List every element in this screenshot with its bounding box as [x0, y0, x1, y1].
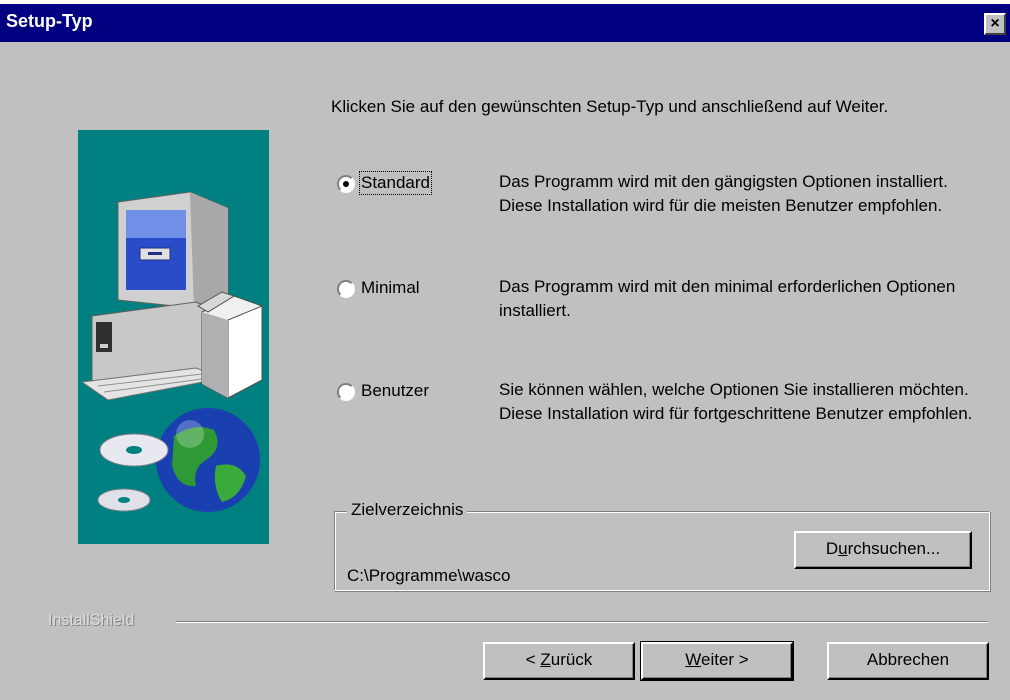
browse-label-end: rchsuchen... [847, 539, 941, 558]
option-standard-description: Das Programm wird mit den gängigsten Opt… [499, 172, 948, 215]
window-title: Setup-Typ [6, 11, 93, 31]
next-label-end: eiter > [701, 650, 749, 669]
option-minimal-description: Das Programm wird mit den minimal erford… [499, 277, 956, 320]
radio-dot-icon [343, 181, 349, 187]
target-directory-label: Zielverzeichnis [347, 500, 468, 520]
intro-text: Klicken Sie auf den gewünschten Setup-Ty… [331, 97, 889, 116]
setup-illustration [78, 130, 269, 544]
option-benutzer-label[interactable]: Benutzer [361, 381, 429, 401]
brand-separator [176, 621, 988, 623]
option-benutzer-description: Sie können wählen, welche Optionen Sie i… [499, 380, 973, 423]
back-label-end: urück [550, 650, 593, 669]
browse-button[interactable]: Durchsuchen... [794, 531, 972, 569]
radio-benutzer[interactable] [337, 383, 355, 401]
close-button[interactable]: × [984, 13, 1006, 35]
installshield-brand: InstallShield [48, 612, 135, 629]
computer-globe-illustration [80, 191, 263, 512]
back-label-accel: Z [540, 650, 551, 669]
radio-standard[interactable] [337, 175, 355, 193]
browse-label-accel: u [838, 539, 848, 558]
back-button[interactable]: < Zurück [483, 642, 635, 680]
browse-label-start: D [825, 539, 839, 558]
option-standard-label[interactable]: Standard [359, 171, 432, 195]
option-minimal-label[interactable]: Minimal [361, 278, 420, 298]
next-label-accel: W [685, 650, 701, 669]
title-bar: Setup-Typ × [0, 0, 1010, 42]
close-icon: × [990, 15, 1000, 32]
back-label-start: < [525, 650, 541, 669]
radio-minimal[interactable] [337, 280, 355, 298]
next-button[interactable]: Weiter > [640, 641, 794, 681]
target-path: C:\Programme\wasco [347, 566, 511, 585]
cancel-button[interactable]: Abbrechen [827, 642, 989, 680]
